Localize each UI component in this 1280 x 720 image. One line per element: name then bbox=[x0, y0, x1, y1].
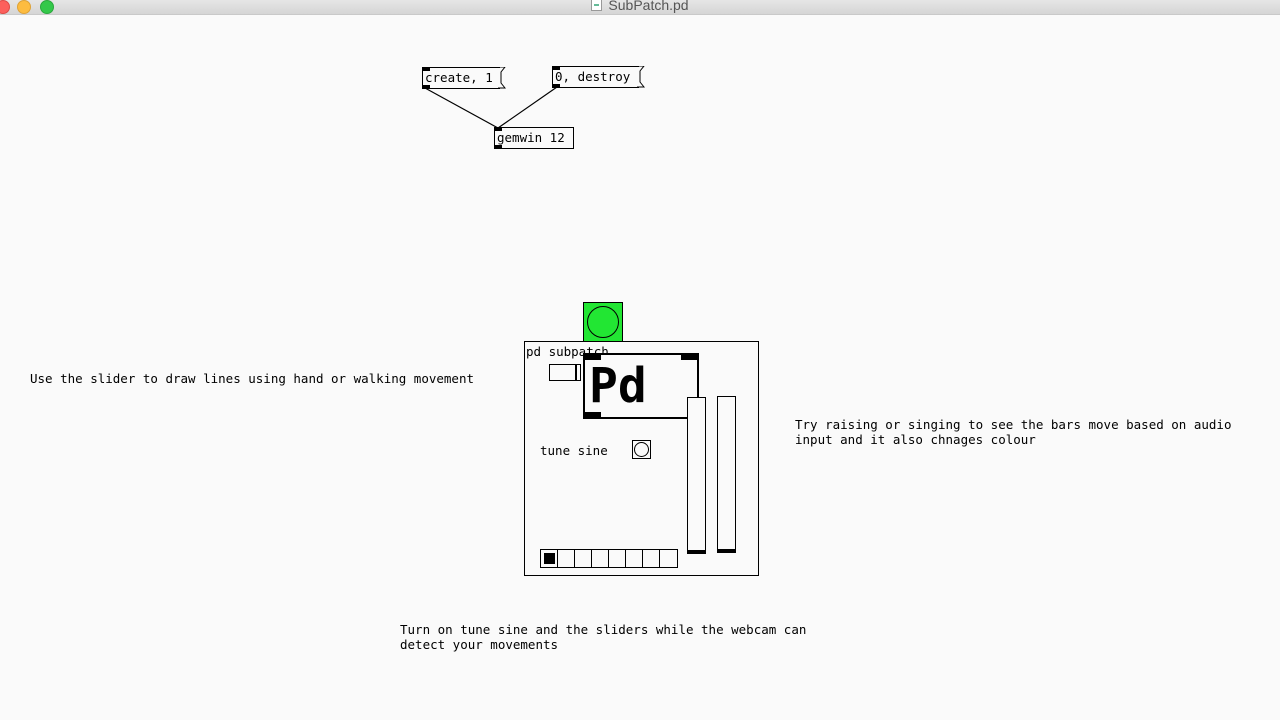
slider-knob[interactable] bbox=[575, 365, 577, 380]
message-flag-icon bbox=[637, 66, 645, 88]
message-flag-icon bbox=[498, 67, 506, 89]
object-gemwin[interactable]: gemwin 12 bbox=[494, 127, 574, 149]
message-destroy[interactable]: 0, destroy bbox=[552, 66, 645, 88]
message-create-text: create, 1 bbox=[425, 70, 493, 85]
comment-bars-hint-line1: Try raising or singing to see the bars m… bbox=[795, 417, 1232, 432]
bang-circle-icon bbox=[587, 306, 619, 338]
tune-sine-label: tune sine bbox=[540, 443, 608, 458]
radio-cell[interactable] bbox=[659, 549, 678, 568]
cord-destroy-to-gemwin[interactable] bbox=[497, 86, 558, 129]
comment-bottom-hint-line1: Turn on tune sine and the sliders while … bbox=[400, 622, 807, 637]
horizontal-slider[interactable] bbox=[549, 364, 581, 381]
green-bang[interactable] bbox=[583, 302, 623, 342]
comment-bottom-hint-line2: detect your movements bbox=[400, 637, 559, 652]
pd-logo-inlet-right[interactable] bbox=[681, 355, 697, 360]
gemwin-outlet[interactable] bbox=[495, 145, 502, 148]
vslider-left-knob[interactable] bbox=[688, 550, 705, 553]
message-create[interactable]: create, 1 bbox=[422, 67, 506, 89]
vertical-slider-right[interactable] bbox=[717, 396, 736, 553]
message-destroy-text: 0, destroy bbox=[555, 69, 631, 84]
tune-sine-bang[interactable] bbox=[632, 440, 651, 459]
vslider-right-knob[interactable] bbox=[718, 549, 735, 552]
bang-circle-icon bbox=[634, 442, 649, 457]
msg-create-outlet[interactable] bbox=[423, 85, 430, 88]
subpatch-gop[interactable]: pd subpatch Pd tune sine bbox=[524, 341, 759, 576]
comment-slider-hint: Use the slider to draw lines using hand … bbox=[30, 371, 475, 386]
radio-selected-mark bbox=[544, 553, 555, 564]
pd-logo-text: Pd bbox=[589, 358, 647, 414]
gemwin-text: gemwin 12 bbox=[497, 130, 565, 145]
cord-create-to-gemwin[interactable] bbox=[424, 87, 499, 129]
pd-logo-object[interactable]: Pd bbox=[583, 353, 699, 419]
comment-bars-hint-line2: input and it also chnages colour bbox=[795, 432, 1036, 447]
vertical-slider-left[interactable] bbox=[687, 397, 706, 554]
msg-destroy-outlet[interactable] bbox=[553, 84, 560, 87]
